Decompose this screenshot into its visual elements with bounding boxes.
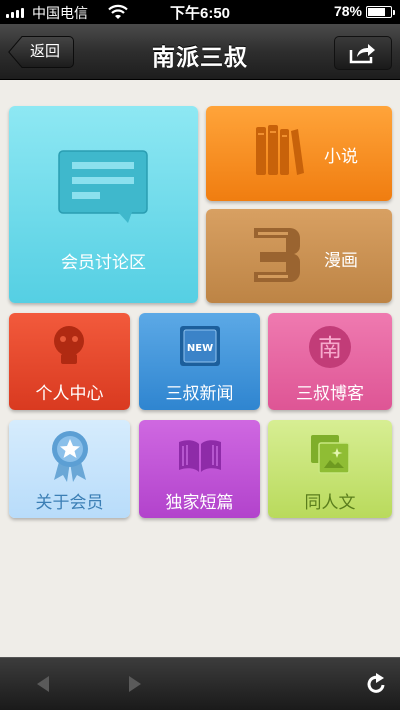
blog-seal-text: 南 [318,334,342,362]
award-ribbon-icon [52,431,88,482]
photo-frame-icon [311,435,350,474]
refresh-icon[interactable] [364,672,388,696]
tile-member-forum-label: 会员讨论区 [61,253,146,272]
tile-blog[interactable]: 南 三叔博客 [268,313,392,410]
browser-back-icon[interactable] [32,672,56,696]
tile-comic[interactable]: 漫画 [206,209,392,303]
news-badge-text: NEW [187,343,213,354]
tile-personal-center[interactable]: 个人中心 [9,313,130,410]
books-icon [256,125,304,175]
tile-novel[interactable]: 小说 [206,106,392,201]
tile-news[interactable]: NEW 三叔新闻 [139,313,260,410]
tile-comic-label: 漫画 [324,251,358,270]
battery-icon [366,6,395,18]
open-book-icon [179,440,221,472]
blog-seal-icon: 南 [309,326,351,368]
bottom-toolbar [0,657,400,710]
tile-about-membership-label: 关于会员 [35,493,104,512]
user-icon [54,326,84,364]
tile-fan-fiction-label: 同人文 [304,493,356,512]
tile-about-membership[interactable]: 关于会员 [9,420,130,518]
navigation-bar: 返回 南派三叔 [0,24,400,80]
tile-exclusive-short[interactable]: 独家短篇 [139,420,260,518]
battery-percentage: 78% [333,3,362,19]
tile-personal-center-label: 个人中心 [35,384,104,403]
browser-forward-icon[interactable] [122,672,146,696]
tile-exclusive-short-label: 独家短篇 [165,493,234,512]
status-bar: 中国电信 下午6:50 78% [0,0,400,24]
tile-blog-label: 三叔博客 [296,384,364,403]
tile-news-label: 三叔新闻 [165,384,234,403]
tile-member-forum[interactable]: 会员讨论区 [9,106,198,303]
chat-bubble-icon [58,150,148,223]
share-button[interactable] [334,36,392,70]
news-icon: NEW [180,326,220,366]
tile-novel-label: 小说 [324,147,358,166]
tile-fan-fiction[interactable]: 同人文 [268,420,392,518]
share-icon [349,44,375,64]
three-icon [254,228,301,282]
